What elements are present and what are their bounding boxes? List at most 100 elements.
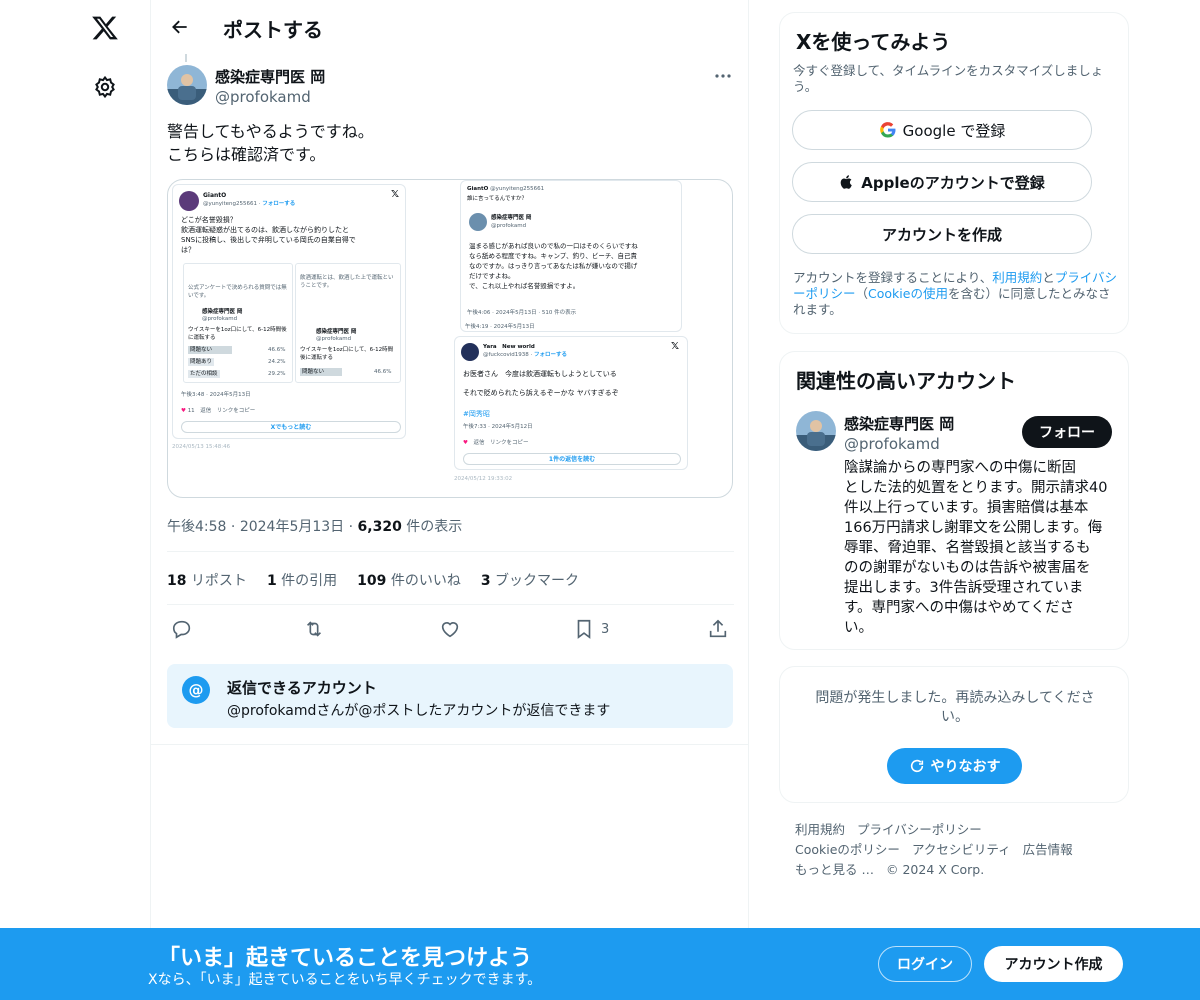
share-icon xyxy=(709,619,727,638)
embedded-handle: @fuckcovid1938 · フォローする xyxy=(483,352,568,358)
google-signup-button[interactable]: Google で登録 xyxy=(792,110,1092,150)
related-handle[interactable]: @profokamd xyxy=(844,435,940,453)
bottom-signup-bar: 「いま」起きていることを見つけよう Xなら、「いま」起きていることをいち早くチェ… xyxy=(0,928,1200,1000)
quote-stat[interactable]: 1 件の引用 xyxy=(267,570,337,590)
embedded-avatar xyxy=(469,213,487,231)
embedded-handle: GiantO @yunyiteng255661 xyxy=(467,186,545,192)
signup-button[interactable]: アカウント作成 xyxy=(984,946,1123,982)
author-name[interactable]: 感染症専門医 岡 xyxy=(215,66,325,87)
signup-legal: アカウントを登録することにより、利用規約とプライバシーポリシー（Cookieの使… xyxy=(793,270,1118,317)
reply-restriction-desc: @profokamdさんが@ポストしたアカウントが返信できます xyxy=(227,703,611,719)
embedded-actions: ♥ 返信 リンクをコピー xyxy=(463,440,529,446)
repost-button[interactable] xyxy=(303,616,325,642)
bio-line: い。 xyxy=(844,620,873,636)
reply-button[interactable] xyxy=(171,616,193,642)
embedded-inner-card: 公式アンケートで決められる質問では無いです。 感染症専門医 岡 @profoka… xyxy=(183,263,293,383)
more-icon xyxy=(715,74,731,78)
apple-signup-button[interactable]: Appleのアカウントで登録 xyxy=(792,162,1092,202)
terms-link[interactable]: 利用規約 xyxy=(992,270,1042,285)
divider xyxy=(167,604,734,605)
bookmark-stat[interactable]: 3 ブックマーク xyxy=(481,570,579,590)
footer-more-link[interactable]: もっと見る … xyxy=(795,862,874,877)
embedded-timestamp: 午後7:33 · 2024年5月12日 xyxy=(463,424,533,430)
x-logo-icon: 𝕏 xyxy=(391,189,400,200)
post-time[interactable]: 午後4:58 xyxy=(167,519,226,535)
divider xyxy=(167,551,734,552)
bio-line: 件以上行っています。損害賠償は基本 xyxy=(844,500,1089,516)
capture-timestamp: 2024/05/12 19:33:02 xyxy=(454,476,513,482)
more-options-button[interactable] xyxy=(709,64,737,88)
error-message: 問題が発生しました。再読み込みしてくださ い。 xyxy=(815,690,1095,725)
embedded-tweet-left: GiantO @yunyiteng255661 · フォローする 𝕏 どこが名誉… xyxy=(172,184,406,439)
related-bio: 陰謀論からの専門家への中傷に断固 とした法的処置をとります。開示請求40 件以上行っ… xyxy=(844,458,1108,638)
embedded-inner-card: 飲酒運転とは、飲酒した上で運転ということです。 感染症専門医 岡 @profok… xyxy=(295,263,401,383)
login-button[interactable]: ログイン xyxy=(878,946,972,982)
tweet-text: 警告してもやるようですね。 こちらは確認済です。 xyxy=(167,120,374,166)
embedded-timestamp: 午後4:19 · 2024年5月13日 xyxy=(465,324,535,330)
google-icon xyxy=(879,122,896,138)
bookmark-icon xyxy=(577,619,591,639)
bottom-bar-subtitle: Xなら、「いま」起きていることをいち早くチェックできます。 xyxy=(148,972,542,988)
follow-button[interactable]: フォロー xyxy=(1022,416,1112,448)
share-button[interactable] xyxy=(707,616,729,642)
embedded-text: お医者さん 今度は飲酒運転もしようとしている xyxy=(463,370,617,378)
embedded-actions: ♥ 11 返信 リンクをコピー xyxy=(181,408,256,414)
embedded-timestamp: 午後3:48 · 2024年5月13日 xyxy=(181,392,251,398)
avatar[interactable] xyxy=(796,411,836,451)
google-signup-label: Google で登録 xyxy=(902,121,1006,140)
like-button[interactable] xyxy=(439,616,461,642)
embedded-text: 誰に言ってるんですか？ xyxy=(467,196,527,202)
embedded-timestamp: 午後4:06 · 2024年5月13日 · 510 件の表示 xyxy=(467,310,577,316)
bio-line: のの謝罪がないものは告訴や被害届を xyxy=(844,560,1091,576)
footer-cookie-link[interactable]: Cookieのポリシー xyxy=(795,842,900,857)
apple-signup-label: Appleのアカウントで登録 xyxy=(861,173,1045,192)
avatar[interactable] xyxy=(167,65,207,105)
embedded-tweet-right-top: GiantO @yunyiteng255661 誰に言ってるんですか？ 感染症専… xyxy=(460,180,682,332)
author-handle[interactable]: @profokamd xyxy=(215,88,311,106)
bookmark-count: 3 xyxy=(601,621,610,637)
bookmark-button[interactable]: 3 xyxy=(573,616,609,642)
left-nav xyxy=(60,0,150,1000)
bio-line: 辱罪、脅迫罪、名誉毀損と該当するも xyxy=(844,540,1091,556)
capture-timestamp: 2024/05/13 15:48:46 xyxy=(172,444,231,450)
signup-card: Xを使ってみよう 今すぐ登録して、タイムラインをカスタマイズしましょ う。 Goo… xyxy=(779,12,1129,334)
gear-icon[interactable] xyxy=(85,67,125,107)
cookie-link[interactable]: Cookieの使用 xyxy=(868,286,948,301)
embedded-avatar xyxy=(461,343,479,361)
embedded-readmore: Xでもっと読む xyxy=(181,421,401,433)
post-date[interactable]: 2024年5月13日 xyxy=(240,519,344,535)
repost-stat[interactable]: 18 リポスト xyxy=(167,570,247,590)
apple-icon xyxy=(840,175,853,189)
reply-restriction-box: @ 返信できるアカウント @profokamdさんが@ポストしたアカウントが返信… xyxy=(167,664,733,728)
create-account-label: アカウントを作成 xyxy=(881,225,1002,244)
page-title: ポストする xyxy=(223,18,323,42)
create-account-button[interactable]: アカウントを作成 xyxy=(792,214,1092,254)
retry-button[interactable]: やりなおす xyxy=(887,748,1022,784)
related-title: 関連性の高いアカウント xyxy=(796,369,1016,393)
footer-privacy-link[interactable]: プライバシーポリシー xyxy=(857,822,982,837)
x-logo-icon[interactable] xyxy=(85,8,125,48)
back-button[interactable] xyxy=(163,10,197,44)
bio-line: 提出します。3件告訴受理されていま xyxy=(844,580,1084,596)
embedded-avatar xyxy=(179,191,199,211)
footer-ads-link[interactable]: 広告情報 xyxy=(1023,842,1073,857)
embedded-handle: @yunyiteng255661 · フォローする xyxy=(203,201,296,207)
post-actions: 3 xyxy=(167,612,734,646)
attached-image[interactable]: GiantO @yunyiteng255661 · フォローする 𝕏 どこが名誉… xyxy=(167,179,733,498)
at-sign-icon: @ xyxy=(182,676,210,704)
thread-line xyxy=(185,54,187,62)
post-stats: 18 リポスト 1 件の引用 109 件のいいね 3 ブックマーク xyxy=(167,570,579,590)
footer-terms-link[interactable]: 利用規約 xyxy=(795,822,845,837)
bio-line: す。専門家への中傷はやめてくださ xyxy=(844,600,1075,616)
signup-desc: 今すぐ登録して、タイムラインをカスタマイズしましょ う。 xyxy=(793,63,1104,94)
bottom-bar-title: 「いま」起きていることを見つけよう xyxy=(158,946,533,971)
related-name[interactable]: 感染症専門医 岡 xyxy=(844,413,954,434)
hashtag: #岡秀昭 xyxy=(463,410,490,418)
bio-line: とした法的処置をとります。開示請求40 xyxy=(844,480,1108,496)
reply-restriction-title: 返信できるアカウント xyxy=(227,679,377,697)
heart-icon xyxy=(441,622,459,638)
view-count: 6,320 xyxy=(357,519,402,535)
footer-accessibility-link[interactable]: アクセシビリティ xyxy=(912,842,1011,857)
like-stat[interactable]: 109 件のいいね xyxy=(357,570,461,590)
x-logo-icon: 𝕏 xyxy=(671,341,680,352)
